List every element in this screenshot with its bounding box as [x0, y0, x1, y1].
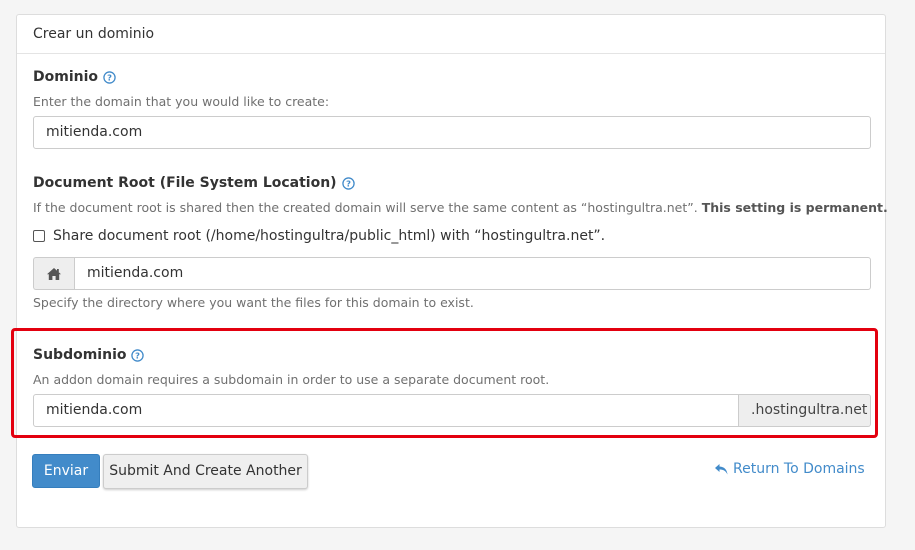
- home-addon: [33, 257, 74, 290]
- document-root-hint: Specify the directory where you want the…: [33, 295, 474, 310]
- create-domain-panel: Crear un dominio Dominio ? Enter the dom…: [16, 14, 888, 528]
- home-icon: [47, 267, 61, 280]
- subdomain-highlight-box: [11, 328, 878, 438]
- panel-title: Crear un dominio: [17, 15, 885, 54]
- domain-label: Dominio: [33, 69, 99, 85]
- domain-label-row: Dominio ?: [33, 69, 116, 85]
- permanent-setting-note: This setting is permanent.: [701, 200, 888, 215]
- document-root-label: Document Root (File System Location): [33, 175, 337, 191]
- undo-arrow-icon: [715, 463, 728, 474]
- help-circle-icon[interactable]: ?: [103, 70, 116, 84]
- document-root-label-row: Document Root (File System Location) ?: [33, 175, 355, 191]
- document-root-help-text: If the document root is shared then the …: [33, 200, 888, 215]
- submit-button[interactable]: Enviar: [32, 454, 100, 488]
- svg-text:?: ?: [346, 178, 351, 188]
- share-root-checkbox[interactable]: [33, 230, 45, 242]
- document-root-help-prefix: If the document root is shared then the …: [33, 200, 698, 215]
- submit-and-create-another-button[interactable]: Submit And Create Another: [103, 454, 308, 489]
- domain-help-text: Enter the domain that you would like to …: [33, 94, 330, 109]
- share-root-checkbox-label[interactable]: Share document root (/home/hostingultra/…: [53, 228, 605, 244]
- document-root-input-group: mitienda.com: [33, 257, 871, 290]
- domain-input[interactable]: mitienda.com: [33, 116, 871, 149]
- return-to-domains-link[interactable]: Return To Domains: [714, 461, 865, 477]
- return-to-domains-label[interactable]: Return To Domains: [733, 461, 865, 477]
- help-circle-icon[interactable]: ?: [341, 176, 355, 190]
- share-root-row[interactable]: Share document root (/home/hostingultra/…: [33, 228, 605, 244]
- document-root-input[interactable]: mitienda.com: [74, 257, 871, 290]
- svg-text:?: ?: [107, 72, 112, 82]
